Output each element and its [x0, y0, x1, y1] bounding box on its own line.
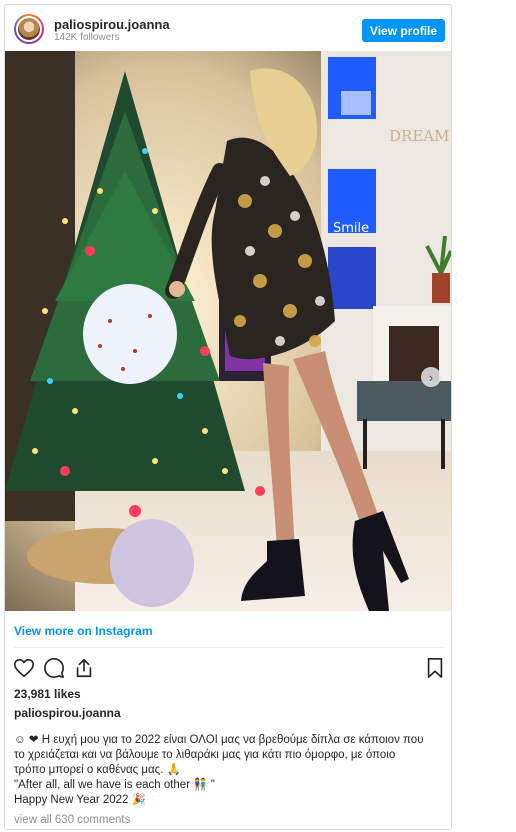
wall-sign-dream: DREAM — [389, 127, 449, 145]
like-count[interactable]: 23,981 likes — [14, 687, 81, 701]
bookmark-icon[interactable] — [424, 657, 446, 679]
follower-count: 142K followers — [54, 32, 120, 43]
chevron-right-icon: › — [428, 369, 434, 385]
avatar[interactable] — [14, 14, 44, 44]
caption-line: το χρειάζεται και να βάλουμε το λιθαράκι… — [14, 749, 396, 761]
post-photo[interactable]: Smile DREAM › — [5, 51, 451, 611]
comment-icon[interactable] — [43, 657, 65, 679]
post-header: paliospirou.joanna 142K followers View p… — [5, 5, 451, 51]
wall-sign-smile: Smile — [333, 221, 369, 236]
view-profile-button[interactable]: View profile — [362, 19, 445, 42]
caption-line: τρόπο μπορεί ο καθένας μας. 🙏 — [14, 764, 181, 776]
post-caption: ☺ ❤ Η ευχή μου για το 2022 είναι ΟΛΟΙ μα… — [14, 733, 444, 808]
photo-illustration: Smile DREAM — [5, 51, 451, 611]
caption-line: ☺ ❤ Η ευχή μου για το 2022 είναι ΟΛΟΙ μα… — [14, 734, 424, 746]
instagram-embed-card: paliospirou.joanna 142K followers View p… — [4, 4, 452, 830]
divider — [14, 647, 444, 648]
carousel-next-button[interactable]: › — [421, 367, 441, 387]
share-icon[interactable] — [73, 657, 95, 679]
view-more-on-instagram-link[interactable]: View more on Instagram — [14, 624, 153, 638]
username[interactable]: paliospirou.joanna — [54, 17, 170, 32]
heart-icon[interactable] — [13, 657, 35, 679]
caption-line: "After all, all we have is each other 👫 … — [14, 779, 215, 791]
view-all-comments-link[interactable]: view all 630 comments — [14, 814, 130, 826]
avatar-image — [16, 16, 42, 42]
caption-line: Happy New Year 2022 🎉 — [14, 794, 146, 806]
caption-username[interactable]: paliospirou.joanna — [14, 706, 121, 720]
